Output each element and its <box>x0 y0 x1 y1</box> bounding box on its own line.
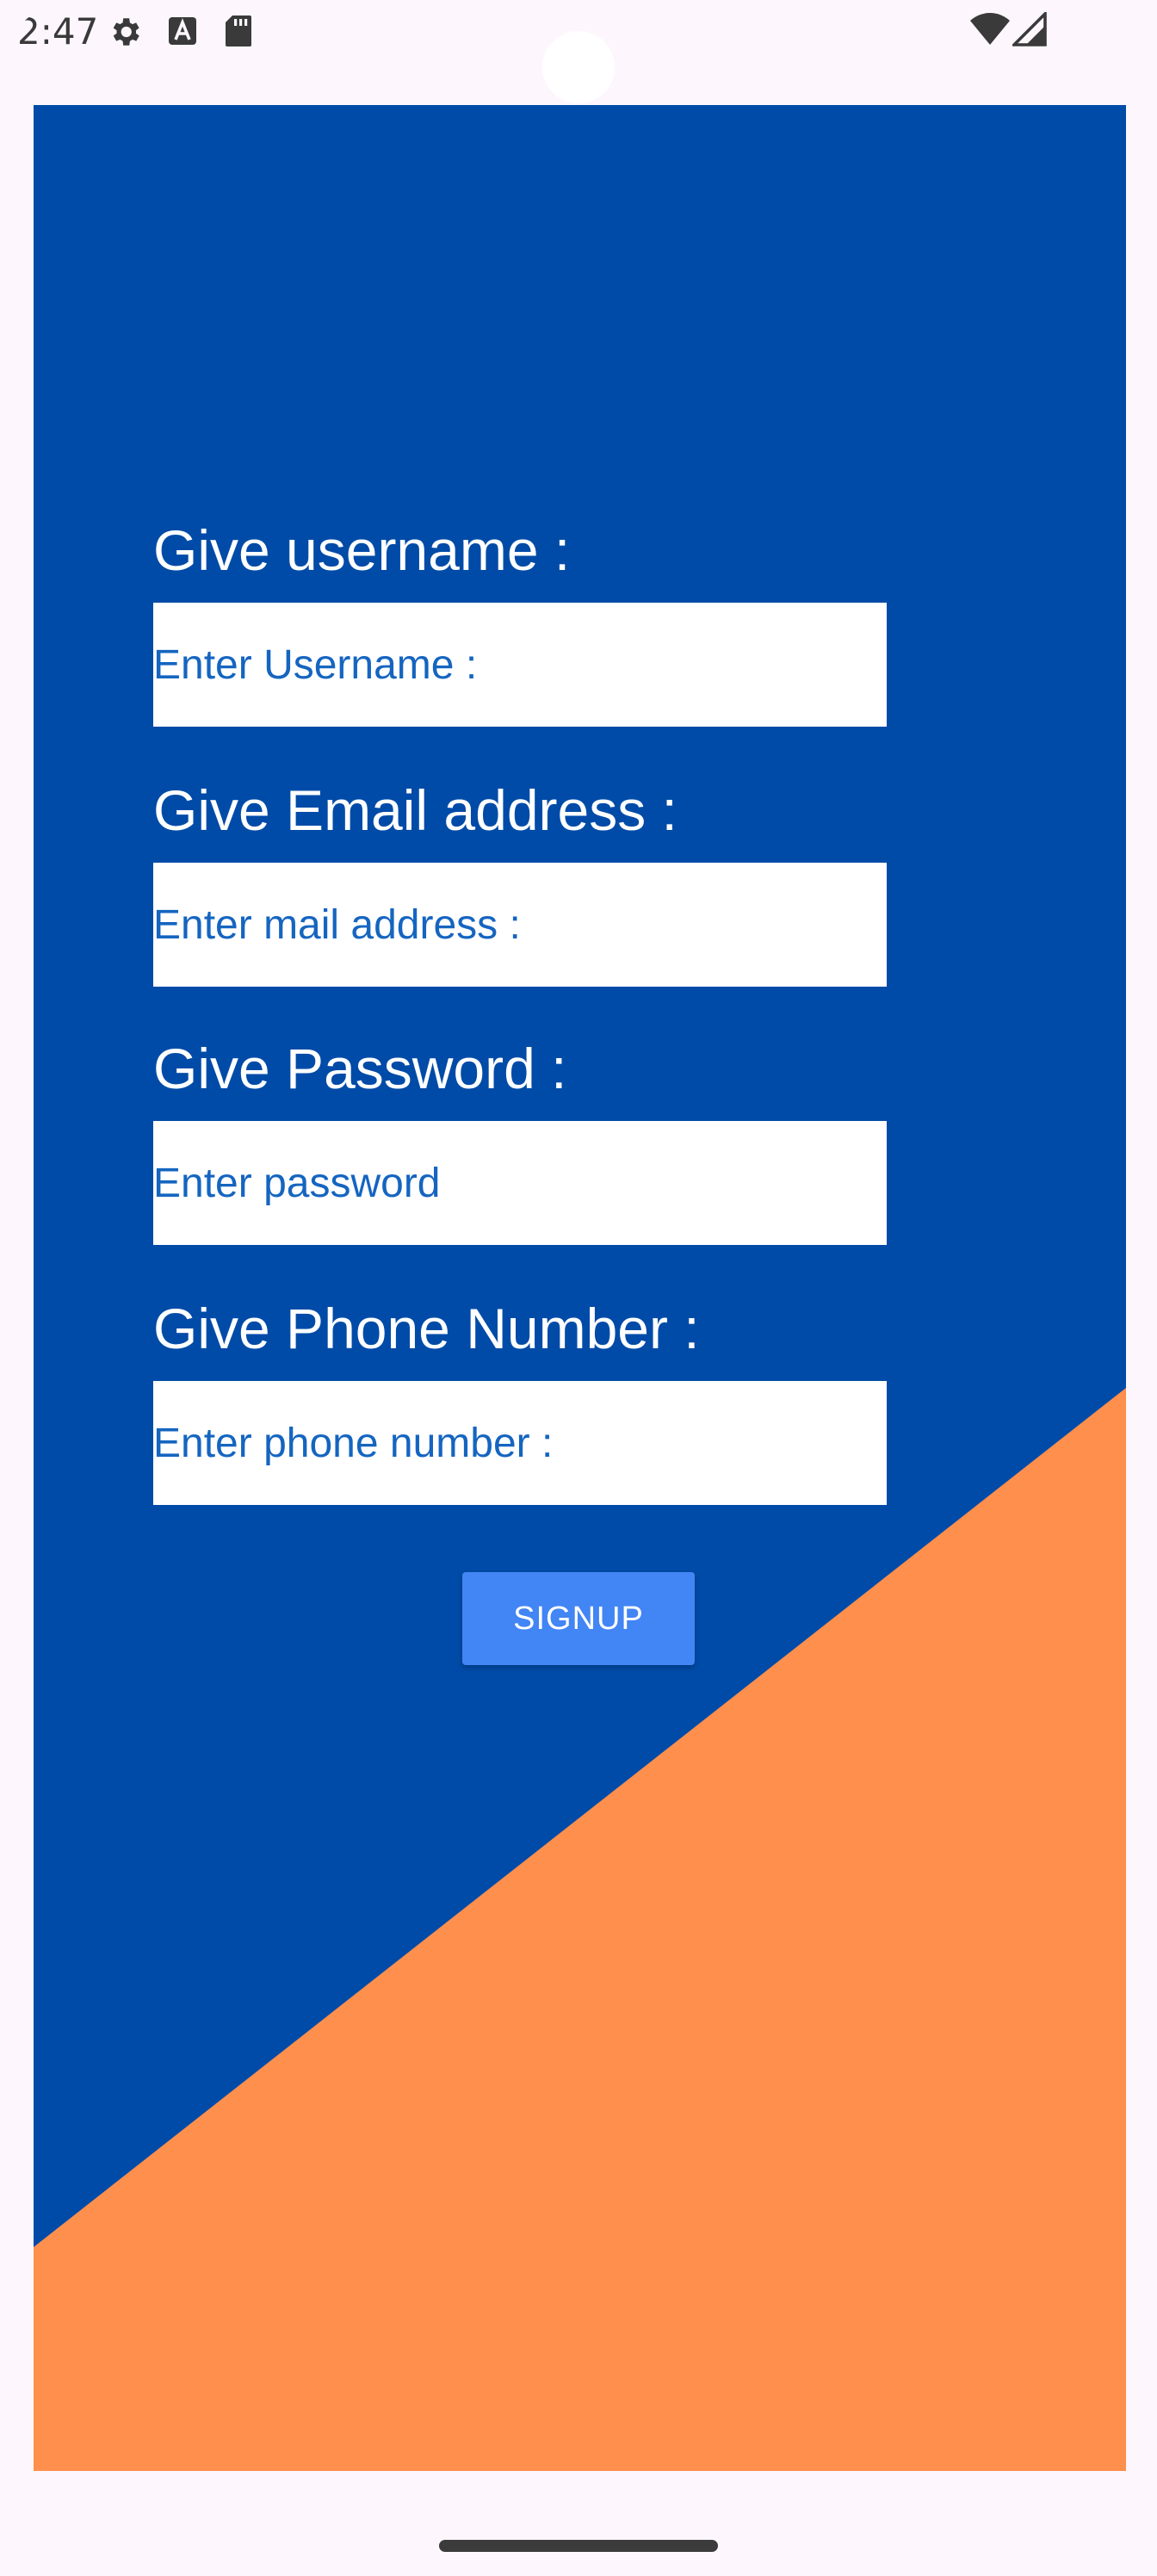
signup-button[interactable]: SIGNUP <box>462 1572 695 1665</box>
wifi-icon <box>969 12 1011 50</box>
status-bar: 2:47 <box>0 0 1157 103</box>
signup-screen: Give username : Give Email address : Giv… <box>34 105 1126 2471</box>
gear-icon <box>107 14 143 53</box>
phone-screen: 2:47 Give username: Enter Username: Gi… <box>0 0 1157 2576</box>
username-input[interactable] <box>153 603 887 727</box>
signal-icon <box>1010 9 1047 50</box>
accent-triangle <box>34 1388 1126 2471</box>
email-input[interactable] <box>153 863 887 987</box>
status-time: 2:47 <box>17 10 99 53</box>
email-label: Give Email address : <box>153 778 677 842</box>
camera-cutout <box>542 31 615 103</box>
phone-label: Give Phone Number : <box>153 1297 700 1360</box>
password-label: Give Password : <box>153 1037 567 1100</box>
username-label: Give username : <box>153 518 571 582</box>
orange-diagonal-shape <box>34 1388 1126 2471</box>
gesture-nav-handle[interactable] <box>439 2540 718 2552</box>
phone-input[interactable] <box>153 1381 887 1505</box>
password-input[interactable] <box>153 1121 887 1245</box>
sd-card-icon <box>224 14 253 52</box>
font-a-icon <box>167 14 198 52</box>
